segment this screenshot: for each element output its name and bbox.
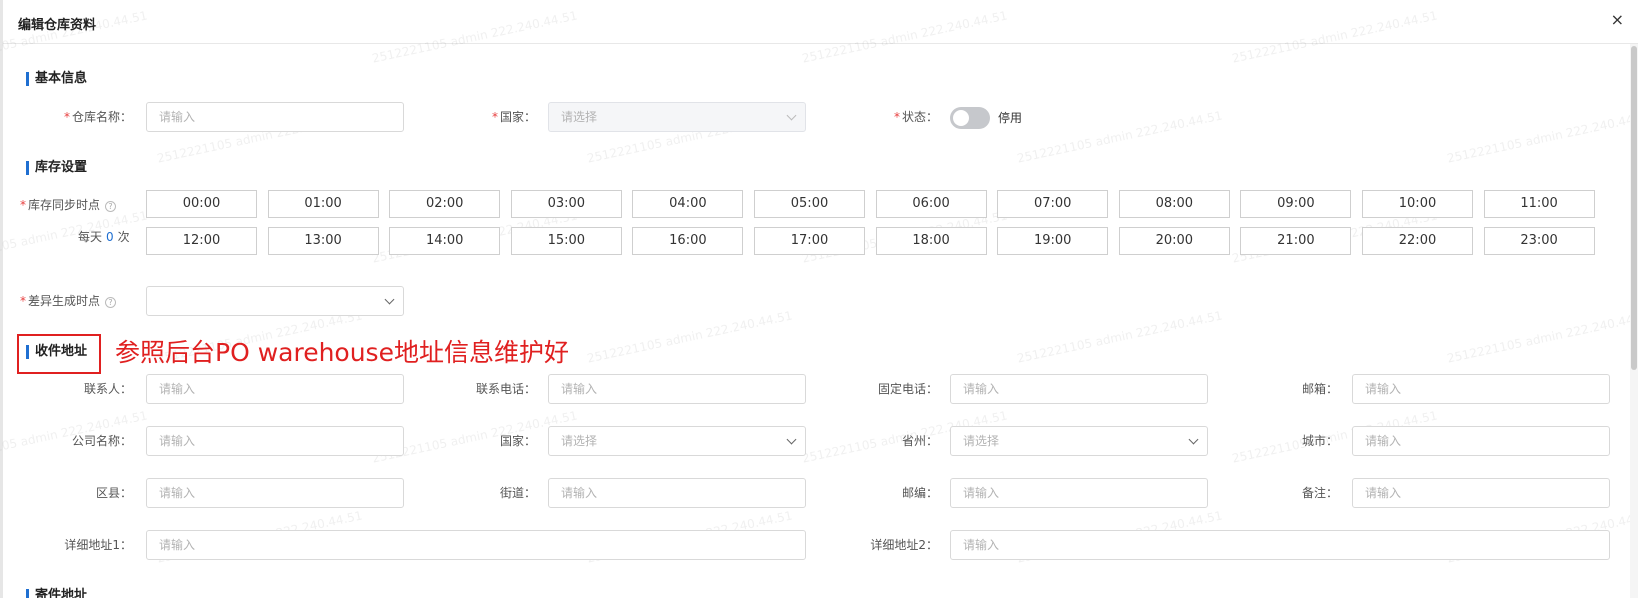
- receive-country-label: 国家：: [499, 434, 536, 448]
- dialog-header: 编辑仓库资料 ×: [0, 0, 1638, 44]
- sync-time-option[interactable]: 00:00: [146, 190, 257, 218]
- watermark-text: 2512221105 admin 222.240.44.51: [1015, 308, 1224, 366]
- sync-time-label: * 库存同步时点?: [20, 191, 138, 219]
- status-toggle-text: 停用: [998, 111, 1023, 125]
- toggle-knob: [953, 110, 969, 126]
- sync-time-option[interactable]: 14:00: [389, 227, 501, 255]
- section-receive-address: 收件地址: [26, 344, 87, 360]
- landline-input[interactable]: 请输入: [950, 374, 1208, 404]
- sync-time-option[interactable]: 04:00: [632, 190, 744, 218]
- postcode-input[interactable]: 请输入: [950, 478, 1208, 508]
- status-label: * 状态：: [893, 110, 938, 124]
- sync-time-option[interactable]: 18:00: [875, 227, 987, 255]
- postcode-label: 邮编：: [901, 486, 938, 500]
- email-input[interactable]: 请输入: [1352, 374, 1610, 404]
- sync-time-option[interactable]: 22:00: [1362, 227, 1473, 255]
- district-input[interactable]: 请输入: [146, 478, 404, 508]
- sync-time-option[interactable]: 16:00: [632, 227, 744, 255]
- watermark-text: 2512221105 admin 222.240.44.51: [1445, 108, 1638, 166]
- sync-time-option[interactable]: 07:00: [997, 190, 1109, 218]
- dialog-left-border: [0, 0, 3, 598]
- street-label: 街道：: [499, 486, 536, 500]
- contact-label: 联系人：: [83, 382, 132, 396]
- phone-input[interactable]: 请输入: [548, 374, 806, 404]
- receive-country-select[interactable]: 请选择: [548, 426, 806, 456]
- watermark-text: 2512221105 admin 222.240.44.51: [1015, 108, 1224, 166]
- address2-input[interactable]: 请输入: [950, 530, 1610, 560]
- close-icon[interactable]: ×: [1611, 11, 1624, 29]
- address2-label: 详细地址2：: [870, 538, 938, 552]
- city-label: 城市：: [1301, 434, 1338, 448]
- help-icon[interactable]: ?: [105, 201, 117, 212]
- sync-time-option[interactable]: 01:00: [267, 190, 379, 218]
- section-stock-settings: 库存设置: [26, 160, 87, 176]
- district-label: 区县：: [95, 486, 132, 500]
- sync-time-option[interactable]: 15:00: [510, 227, 622, 255]
- address1-input[interactable]: 请输入: [146, 530, 806, 560]
- section-sender-address: 寄件地址: [26, 588, 87, 598]
- sync-time-option[interactable]: 06:00: [875, 190, 987, 218]
- sync-time-option[interactable]: 11:00: [1483, 190, 1595, 218]
- dialog-title: 编辑仓库资料: [18, 18, 97, 33]
- chevron-down-icon: [1188, 434, 1199, 445]
- annotation-text: 参照后台PO warehouse地址信息维护好: [115, 338, 569, 367]
- section-basic-info: 基本信息: [26, 71, 87, 87]
- sync-time-option[interactable]: 03:00: [510, 190, 622, 218]
- scrollbar-thumb[interactable]: [1631, 46, 1637, 370]
- watermark-text: 2512221105 admin 222.240.44.51: [585, 308, 794, 366]
- remark-label: 备注：: [1301, 486, 1338, 500]
- sync-time-option[interactable]: 19:00: [997, 227, 1109, 255]
- sync-time-option[interactable]: 08:00: [1118, 190, 1230, 218]
- province-label: 省州：: [901, 434, 938, 448]
- sync-time-option[interactable]: 05:00: [754, 190, 865, 218]
- help-icon[interactable]: ?: [105, 297, 117, 308]
- sync-daily-count: 每天 0 次: [78, 230, 130, 244]
- landline-label: 固定电话：: [877, 382, 938, 396]
- province-select[interactable]: 请选择: [950, 426, 1208, 456]
- address1-label: 详细地址1：: [64, 538, 132, 552]
- remark-input[interactable]: 请输入: [1352, 478, 1610, 508]
- edit-warehouse-dialog: 编辑仓库资料 × 2512221105 admin 222.240.44.51 2…: [0, 0, 1638, 598]
- chevron-down-icon: [786, 434, 797, 445]
- chevron-down-icon: [384, 294, 395, 305]
- sync-time-option[interactable]: 02:00: [389, 190, 501, 218]
- company-label: 公司名称：: [71, 434, 132, 448]
- company-input[interactable]: 请输入: [146, 426, 404, 456]
- sync-time-option[interactable]: 10:00: [1362, 190, 1473, 218]
- watermark-text: 2512221105 admin 222.240.44.51: [1445, 308, 1638, 366]
- sync-time-option[interactable]: 20:00: [1118, 227, 1230, 255]
- status-toggle[interactable]: [950, 107, 990, 129]
- warehouse-name-input[interactable]: 请输入: [146, 102, 404, 132]
- city-input[interactable]: 请输入: [1352, 426, 1610, 456]
- warehouse-name-label: * 仓库名称：: [63, 110, 132, 124]
- sync-time-option[interactable]: 17:00: [754, 227, 865, 255]
- diff-time-label: * 差异生成时点?: [20, 287, 138, 315]
- sync-time-option[interactable]: 09:00: [1240, 190, 1352, 218]
- country-label: * 国家：: [491, 110, 536, 124]
- contact-input[interactable]: 请输入: [146, 374, 404, 404]
- sync-time-option[interactable]: 12:00: [146, 227, 257, 255]
- phone-label: 联系电话：: [475, 382, 536, 396]
- sync-time-option[interactable]: 23:00: [1483, 227, 1595, 255]
- diff-time-select[interactable]: [146, 286, 404, 316]
- chevron-down-icon: [786, 110, 797, 121]
- country-select-disabled: 请选择: [548, 102, 806, 132]
- email-label: 邮箱：: [1301, 382, 1338, 396]
- sync-time-option[interactable]: 13:00: [267, 227, 379, 255]
- street-input[interactable]: 请输入: [548, 478, 806, 508]
- sync-time-option[interactable]: 21:00: [1240, 227, 1352, 255]
